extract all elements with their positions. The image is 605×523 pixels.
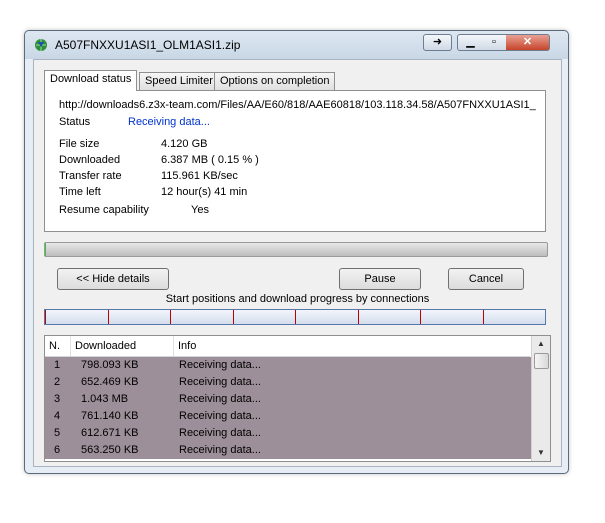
close-button[interactable]: ✕ bbox=[506, 34, 550, 51]
progress-fill bbox=[45, 243, 46, 256]
list-item[interactable]: 1 798.093 KB Receiving data... bbox=[45, 357, 531, 374]
connection-marker bbox=[295, 310, 296, 324]
row-downloaded: 1.043 MB bbox=[81, 393, 129, 405]
row-downloaded: 563.250 KB bbox=[81, 444, 139, 456]
list-item[interactable]: 5 612.671 KB Receiving data... bbox=[45, 425, 531, 442]
connection-marker bbox=[107, 310, 109, 324]
row-downloaded: 761.140 KB bbox=[81, 410, 139, 422]
download-status-panel: http://downloads6.z3x-team.com/Files/AA/… bbox=[44, 90, 546, 232]
row-info: Receiving data... bbox=[179, 393, 261, 405]
connection-marker bbox=[420, 310, 421, 324]
row-number: 2 bbox=[54, 376, 61, 388]
list-header: N. Downloaded Info bbox=[45, 336, 530, 357]
row-number: 3 bbox=[54, 393, 61, 405]
connection-marker bbox=[170, 310, 171, 324]
maximize-button[interactable]: ▫ bbox=[482, 34, 507, 51]
resume-capability-value: Yes bbox=[191, 204, 209, 216]
resume-capability-label: Resume capability bbox=[59, 204, 149, 216]
row-info: Receiving data... bbox=[179, 444, 261, 456]
client-area: Download status Speed Limiter Options on… bbox=[33, 59, 562, 467]
row-info: Receiving data... bbox=[179, 376, 261, 388]
file-size-value: 4.120 GB bbox=[161, 138, 208, 150]
list-item[interactable]: 4 761.140 KB Receiving data... bbox=[45, 408, 531, 425]
cancel-button[interactable]: Cancel bbox=[448, 268, 524, 290]
minimize-to-tray-button[interactable]: ➜ bbox=[423, 34, 452, 51]
connection-marker bbox=[357, 310, 359, 324]
list-item[interactable]: 6 563.250 KB Receiving data... bbox=[45, 442, 531, 459]
row-number: 1 bbox=[54, 359, 61, 371]
status-label: Status bbox=[59, 116, 91, 128]
tab-download-status[interactable]: Download status bbox=[44, 70, 138, 91]
tab-options-on-completion[interactable]: Options on completion bbox=[214, 72, 336, 90]
title-bar[interactable]: A507FNXXU1ASI1_OLM1ASI1.zip ➜ ▁ ▫ ✕ bbox=[25, 31, 568, 59]
transfer-rate-label: Transfer rate bbox=[59, 170, 122, 182]
scroll-thumb[interactable] bbox=[534, 353, 549, 369]
row-number: 4 bbox=[54, 410, 61, 422]
arrow-right-icon: ➜ bbox=[432, 36, 443, 48]
connection-marker bbox=[482, 310, 484, 324]
tab-speed-limiter[interactable]: Speed Limiter bbox=[139, 72, 219, 90]
column-header-downloaded[interactable]: Downloaded bbox=[71, 336, 174, 356]
row-downloaded: 612.671 KB bbox=[81, 427, 139, 439]
connection-marker bbox=[232, 310, 234, 324]
row-info: Receiving data... bbox=[179, 427, 261, 439]
time-left-label: Time left bbox=[59, 186, 101, 198]
pause-button[interactable]: Pause bbox=[339, 268, 421, 290]
scroll-up-icon[interactable]: ▲ bbox=[532, 336, 550, 352]
status-value: Receiving data... bbox=[128, 116, 210, 128]
connections-list[interactable]: N. Downloaded Info 1 798.093 KB Receivin… bbox=[44, 335, 551, 462]
time-left-value: 12 hour(s) 41 min bbox=[161, 186, 248, 198]
row-info: Receiving data... bbox=[179, 359, 261, 371]
row-info: Receiving data... bbox=[179, 410, 261, 422]
scroll-down-icon[interactable]: ▼ bbox=[532, 445, 550, 461]
list-item[interactable]: 2 652.469 KB Receiving data... bbox=[45, 374, 531, 391]
download-url: http://downloads6.z3x-team.com/Files/AA/… bbox=[59, 99, 536, 111]
row-downloaded: 798.093 KB bbox=[81, 359, 139, 371]
downloaded-value: 6.387 MB ( 0.15 % ) bbox=[161, 154, 259, 166]
maximize-icon: ▫ bbox=[492, 36, 496, 48]
hide-details-button[interactable]: << Hide details bbox=[57, 268, 169, 290]
row-downloaded: 652.469 KB bbox=[81, 376, 139, 388]
connections-progress-bar bbox=[44, 309, 546, 325]
idm-globe-icon bbox=[35, 39, 47, 51]
download-window: A507FNXXU1ASI1_OLM1ASI1.zip ➜ ▁ ▫ ✕ Down… bbox=[24, 30, 569, 474]
column-header-n[interactable]: N. bbox=[45, 336, 71, 356]
minimize-button[interactable]: ▁ bbox=[457, 34, 484, 51]
close-icon: ✕ bbox=[522, 36, 533, 48]
list-scrollbar[interactable]: ▲ ▼ bbox=[531, 336, 550, 461]
minimize-icon: ▁ bbox=[466, 36, 475, 48]
overall-progress-bar bbox=[44, 242, 548, 257]
row-number: 5 bbox=[54, 427, 61, 439]
connections-caption: Start positions and download progress by… bbox=[165, 293, 430, 305]
transfer-rate-value: 115.961 KB/sec bbox=[161, 170, 238, 182]
file-size-label: File size bbox=[59, 138, 100, 150]
downloaded-label: Downloaded bbox=[59, 154, 121, 166]
connection-marker bbox=[45, 310, 46, 324]
list-item[interactable]: 3 1.043 MB Receiving data... bbox=[45, 391, 531, 408]
column-header-info[interactable]: Info bbox=[174, 336, 530, 356]
row-number: 6 bbox=[54, 444, 61, 456]
window-title: A507FNXXU1ASI1_OLM1ASI1.zip bbox=[55, 38, 241, 52]
